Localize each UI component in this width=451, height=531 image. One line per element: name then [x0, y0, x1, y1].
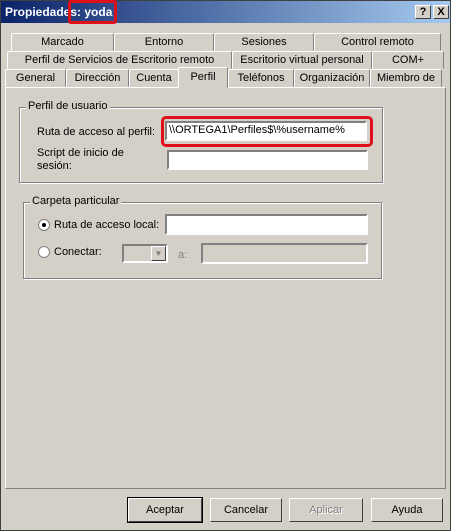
tab-direccion[interactable]: Dirección — [66, 69, 129, 87]
title-highlight — [68, 0, 117, 24]
logon-script-label-line1: Script de inicio de — [37, 147, 124, 159]
cancel-button[interactable]: Cancelar — [210, 498, 282, 522]
connect-path-input[interactable] — [201, 243, 368, 264]
tab-perfil[interactable]: Perfil — [178, 67, 228, 88]
properties-dialog: Propiedades: yoda ? X Marcado Entorno Se… — [0, 0, 451, 531]
tab-entorno[interactable]: Entorno — [114, 33, 214, 51]
help-title-button[interactable]: ? — [415, 5, 431, 19]
accept-button[interactable]: Aceptar — [127, 497, 203, 523]
connect-radio[interactable] — [38, 246, 50, 258]
drive-letter-select[interactable]: ▼ — [122, 244, 168, 263]
tab-general[interactable]: General — [5, 69, 66, 87]
tab-escritorio-virtual-personal[interactable]: Escritorio virtual personal — [232, 51, 372, 69]
connect-label: Conectar: — [54, 246, 102, 258]
tab-miembro-de[interactable]: Miembro de — [370, 69, 442, 87]
local-path-label: Ruta de acceso local: — [54, 219, 160, 231]
tab-cuenta[interactable]: Cuenta — [129, 69, 179, 87]
local-path-radio[interactable] — [38, 219, 50, 231]
tab-sesiones[interactable]: Sesiones — [214, 33, 314, 51]
local-path-input[interactable] — [165, 214, 368, 235]
tab-organizacion[interactable]: Organización — [294, 69, 370, 87]
profile-path-label: Ruta de acceso al perfil: — [37, 126, 156, 138]
connect-to-label: a: — [178, 249, 188, 261]
tab-panel: Perfil de usuario Ruta de acceso al perf… — [5, 87, 446, 489]
title-bar[interactable]: Propiedades: yoda ? X — [1, 0, 450, 24]
close-button[interactable]: X — [433, 5, 449, 19]
chevron-down-icon: ▼ — [151, 246, 166, 261]
help-button[interactable]: Ayuda — [371, 498, 443, 522]
tab-com-plus[interactable]: COM+ — [372, 51, 444, 69]
logon-script-label-line2: sesión: — [37, 160, 72, 172]
home-folder-group-label: Carpeta particular — [30, 195, 122, 207]
logon-script-input[interactable] — [167, 150, 368, 170]
profile-path-highlight — [161, 116, 373, 147]
tab-marcado[interactable]: Marcado — [11, 33, 114, 51]
user-profile-group-label: Perfil de usuario — [26, 100, 110, 112]
apply-button[interactable]: Aplicar — [289, 498, 363, 522]
tab-telefonos[interactable]: Teléfonos — [228, 69, 294, 87]
tab-control-remoto[interactable]: Control remoto — [314, 33, 441, 51]
